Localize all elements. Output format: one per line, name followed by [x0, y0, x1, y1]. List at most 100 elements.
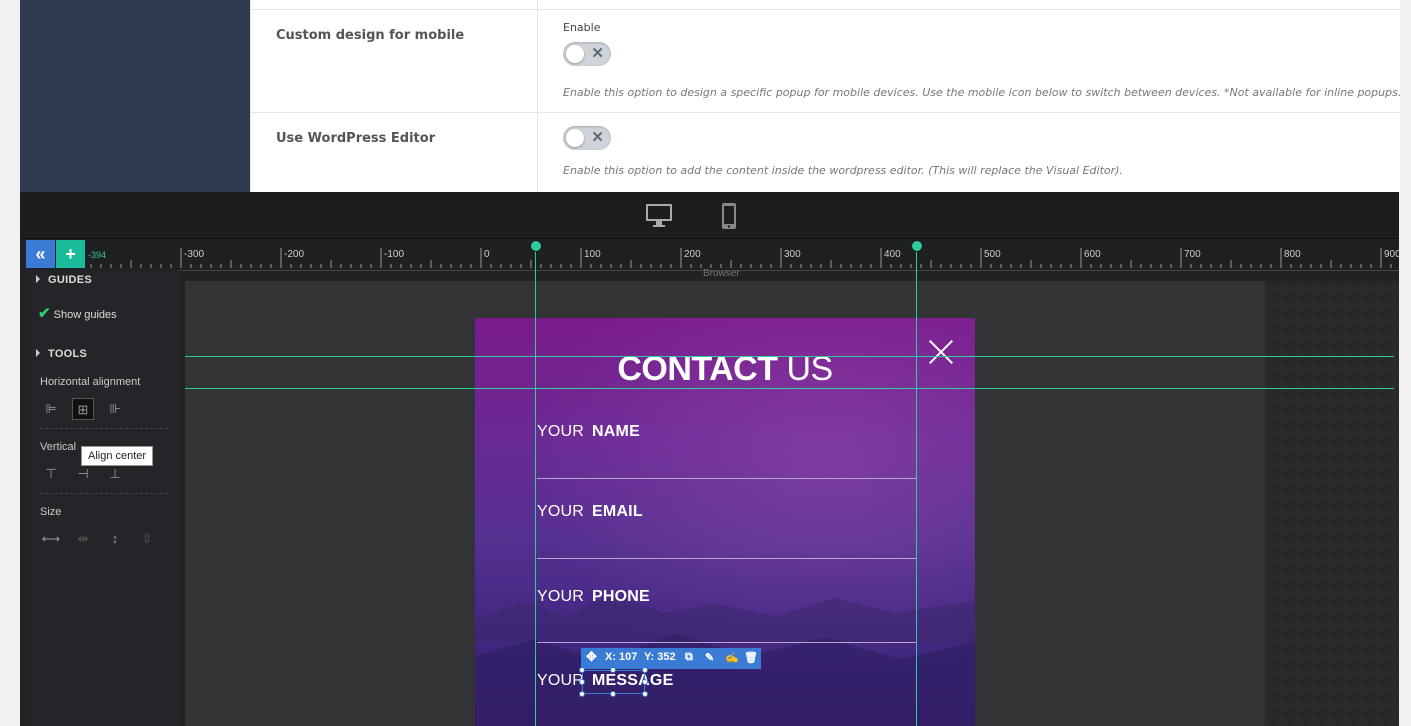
- ruler-tick-label: 800: [1284, 249, 1301, 260]
- ruler-tick-label: 100: [584, 249, 601, 260]
- shrink-width-icon[interactable]: ⇹: [72, 528, 94, 550]
- guides-section-toggle[interactable]: GUIDES: [36, 274, 92, 286]
- collapse-panel-button[interactable]: «: [26, 240, 55, 268]
- name-input[interactable]: [537, 478, 917, 479]
- size-label: Size: [40, 506, 62, 518]
- field-prefix: YOUR: [537, 503, 585, 520]
- align-bottom-icon[interactable]: ⊥: [104, 463, 126, 485]
- vertical-alignment-label: Vertical: [40, 441, 77, 453]
- admin-sidebar: [20, 0, 250, 192]
- toggle-off-icon: ✕: [591, 45, 604, 62]
- edit-icon[interactable]: ✍: [725, 651, 739, 664]
- row-divider: [251, 112, 1400, 113]
- ruler-tick-label: 500: [984, 249, 1001, 260]
- mobile-icon[interactable]: [714, 202, 744, 230]
- wp-editor-toggle[interactable]: ✕: [563, 126, 611, 150]
- ruler-tick-label: 200: [684, 249, 701, 260]
- show-guides-checkbox[interactable]: ✔ Show guides: [38, 304, 117, 322]
- close-icon[interactable]: [927, 338, 955, 366]
- position-y: Y: 352: [644, 651, 676, 663]
- tools-title: TOOLS: [48, 348, 88, 360]
- phone-input[interactable]: [537, 642, 917, 643]
- field-name: EMAIL: [592, 503, 643, 520]
- field-label-email[interactable]: YOUR EMAIL: [537, 503, 643, 521]
- field-label-name[interactable]: YOUR NAME: [537, 423, 640, 441]
- vertical-guide[interactable]: [916, 246, 917, 726]
- field-label-phone[interactable]: YOUR PHONE: [537, 588, 650, 606]
- add-element-button[interactable]: +: [56, 240, 85, 268]
- resize-handle[interactable]: [579, 679, 585, 685]
- mobile-design-toggle[interactable]: ✕: [563, 42, 611, 66]
- caret-right-icon: [36, 349, 40, 357]
- field-prefix: YOUR: [537, 672, 585, 689]
- enable-label: Enable: [563, 21, 601, 34]
- ruler-tick-label: -300: [184, 249, 204, 260]
- visual-editor: « + -394 -300 -200 -100 0 100 200 300 400 500 600…: [20, 192, 1399, 726]
- toggle-knob: [566, 129, 584, 147]
- resize-handle[interactable]: [579, 691, 585, 697]
- shrink-height-icon[interactable]: ⇳: [136, 528, 158, 550]
- ruler-ticks: -300 -200 -100 0 100 200 300 400 500 600 700 800 900: [90, 248, 1399, 268]
- color-picker-icon[interactable]: ✎: [705, 651, 714, 664]
- divider: [40, 428, 168, 429]
- full-height-icon[interactable]: ↕: [104, 528, 126, 550]
- resize-handle[interactable]: [642, 679, 648, 685]
- toggle-knob: [566, 45, 584, 63]
- email-input[interactable]: [537, 558, 917, 559]
- align-center-icon[interactable]: ⊞: [72, 398, 94, 420]
- horizontal-alignment-label: Horizontal alignment: [40, 376, 141, 388]
- ruler-tick-label: -200: [284, 249, 304, 260]
- browser-label: Browser: [703, 268, 740, 279]
- horizontal-ruler: « + -394 -300 -200 -100 0 100 200 300 400 500 600…: [26, 240, 1399, 271]
- device-switcher: [20, 192, 1399, 239]
- field-name: PHONE: [592, 588, 650, 605]
- position-x: X: 107: [605, 651, 638, 663]
- align-right-icon[interactable]: ⊪: [104, 398, 126, 420]
- ruler-tick-label: 900: [1384, 249, 1399, 260]
- duplicate-icon[interactable]: ⧉: [685, 651, 693, 664]
- mobile-design-label: Custom design for mobile: [276, 28, 465, 43]
- guides-title: GUIDES: [48, 274, 92, 286]
- field-name: NAME: [592, 423, 640, 440]
- align-left-icon[interactable]: ⊫: [40, 398, 62, 420]
- guide-remove-handle[interactable]: [530, 240, 542, 252]
- resize-handle[interactable]: [579, 667, 585, 673]
- toggle-off-icon: ✕: [591, 129, 604, 146]
- row-divider: [251, 9, 1400, 10]
- ruler-tick-label: 300: [784, 249, 801, 260]
- horizontal-guide[interactable]: [185, 388, 1394, 389]
- check-icon: ✔: [38, 305, 51, 322]
- desktop-icon[interactable]: [644, 202, 674, 230]
- align-center-tooltip: Align center: [81, 446, 154, 466]
- tools-panel: GUIDES ✔ Show guides TOOLS Horizontal al…: [26, 270, 179, 726]
- ruler-tick-label: -100: [384, 249, 404, 260]
- field-prefix: YOUR: [537, 588, 585, 605]
- element-toolbar: ✥ X: 107 Y: 352 ⧉ ✎ ✍ 🗑: [581, 648, 761, 669]
- align-top-icon[interactable]: ⊤: [40, 463, 62, 485]
- vertical-guide[interactable]: [535, 246, 536, 726]
- tools-section-toggle[interactable]: TOOLS: [36, 348, 87, 360]
- selection-box[interactable]: [579, 667, 648, 697]
- caret-right-icon: [36, 275, 40, 283]
- settings-table: Custom design for mobile Enable ✕ Enable…: [250, 0, 1402, 192]
- column-divider: [537, 0, 538, 192]
- delete-icon[interactable]: 🗑: [744, 651, 758, 664]
- resize-handle[interactable]: [642, 691, 648, 697]
- ruler-tick-label: 400: [884, 249, 901, 260]
- show-guides-label: Show guides: [53, 309, 117, 321]
- full-width-icon[interactable]: ⟷: [40, 528, 62, 550]
- resize-handle[interactable]: [642, 667, 648, 673]
- mobile-design-help: Enable this option to design a specific …: [563, 86, 1402, 99]
- divider: [40, 493, 168, 494]
- guide-remove-handle[interactable]: [911, 240, 923, 252]
- ruler-tick-label: 600: [1084, 249, 1101, 260]
- field-prefix: YOUR: [537, 423, 585, 440]
- wp-editor-label: Use WordPress Editor: [276, 131, 436, 146]
- resize-handle[interactable]: [610, 667, 616, 673]
- ruler-tick-label: 0: [484, 249, 490, 260]
- resize-handle[interactable]: [610, 691, 616, 697]
- move-icon[interactable]: ✥: [586, 649, 597, 665]
- horizontal-guide[interactable]: [185, 356, 1394, 357]
- wp-editor-help: Enable this option to add the content in…: [563, 164, 1123, 177]
- align-middle-icon[interactable]: ⊣: [72, 463, 94, 485]
